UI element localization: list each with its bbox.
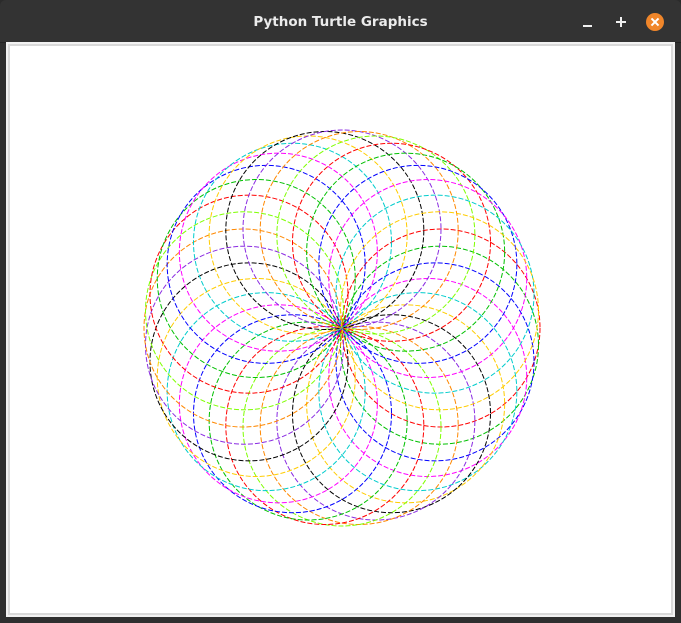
minimize-button[interactable]	[577, 12, 597, 32]
turtle-circle	[341, 228, 541, 428]
minimize-icon	[582, 25, 592, 27]
title-bar[interactable]: Python Turtle Graphics	[0, 0, 681, 43]
close-button[interactable]	[645, 12, 665, 32]
turtle-window: Python Turtle Graphics	[0, 0, 681, 623]
window-client-area	[6, 42, 675, 617]
plus-icon	[616, 17, 626, 27]
maximize-button[interactable]	[611, 12, 631, 32]
turtle-canvas[interactable]	[10, 46, 671, 613]
close-icon	[646, 13, 664, 31]
turtle-canvas-frame	[8, 44, 673, 615]
spirograph-drawing	[143, 129, 541, 527]
